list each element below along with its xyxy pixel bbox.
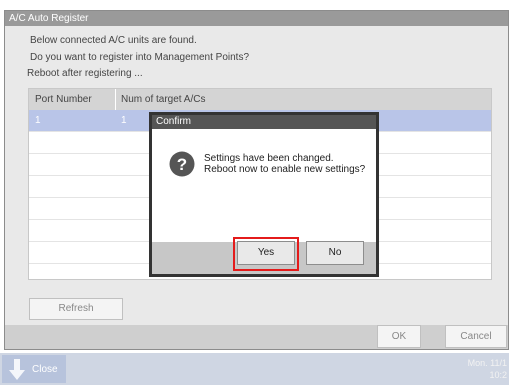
yes-button[interactable]: Yes (237, 241, 295, 265)
cancel-button[interactable]: Cancel (445, 325, 507, 348)
cell-port-number: 1 (35, 115, 41, 126)
dialog-body: ? Settings have been changed. Reboot now… (152, 129, 376, 242)
screen: A/C Auto Register Below connected A/C un… (0, 0, 509, 385)
message-line-1: Below connected A/C units are found. (30, 35, 197, 46)
close-button[interactable]: Close (2, 355, 66, 383)
dialog-message-line-1: Settings have been changed. (204, 153, 334, 164)
dialog-message-line-2: Reboot now to enable new settings? (204, 164, 366, 175)
message-line-3: Reboot after registering ... (27, 68, 143, 79)
column-header-num-acs: Num of target A/Cs (121, 94, 206, 105)
confirm-dialog: Confirm ? Settings have been changed. Re… (149, 112, 379, 277)
arrow-down-icon (9, 359, 25, 380)
question-icon: ? (169, 151, 195, 177)
ok-button[interactable]: OK (377, 325, 421, 348)
column-divider (115, 89, 116, 110)
clock: Mon. 11/1 10:2 (468, 357, 507, 381)
message-line-2: Do you want to register into Management … (30, 52, 250, 63)
table-header: Port Number Num of target A/Cs (29, 89, 491, 110)
clock-time: 10:2 (489, 370, 507, 380)
taskbar: Close Mon. 11/1 10:2 (0, 353, 509, 385)
cell-num-acs: 1 (121, 115, 127, 126)
close-label: Close (32, 364, 58, 375)
no-button[interactable]: No (306, 241, 364, 265)
column-header-port-number: Port Number (35, 94, 92, 105)
window-title: A/C Auto Register (5, 11, 508, 26)
svg-text:?: ? (177, 155, 187, 174)
clock-date: Mon. 11/1 (467, 358, 507, 368)
button-bar (5, 325, 508, 349)
refresh-button[interactable]: Refresh (29, 298, 123, 320)
dialog-title: Confirm (152, 115, 376, 129)
